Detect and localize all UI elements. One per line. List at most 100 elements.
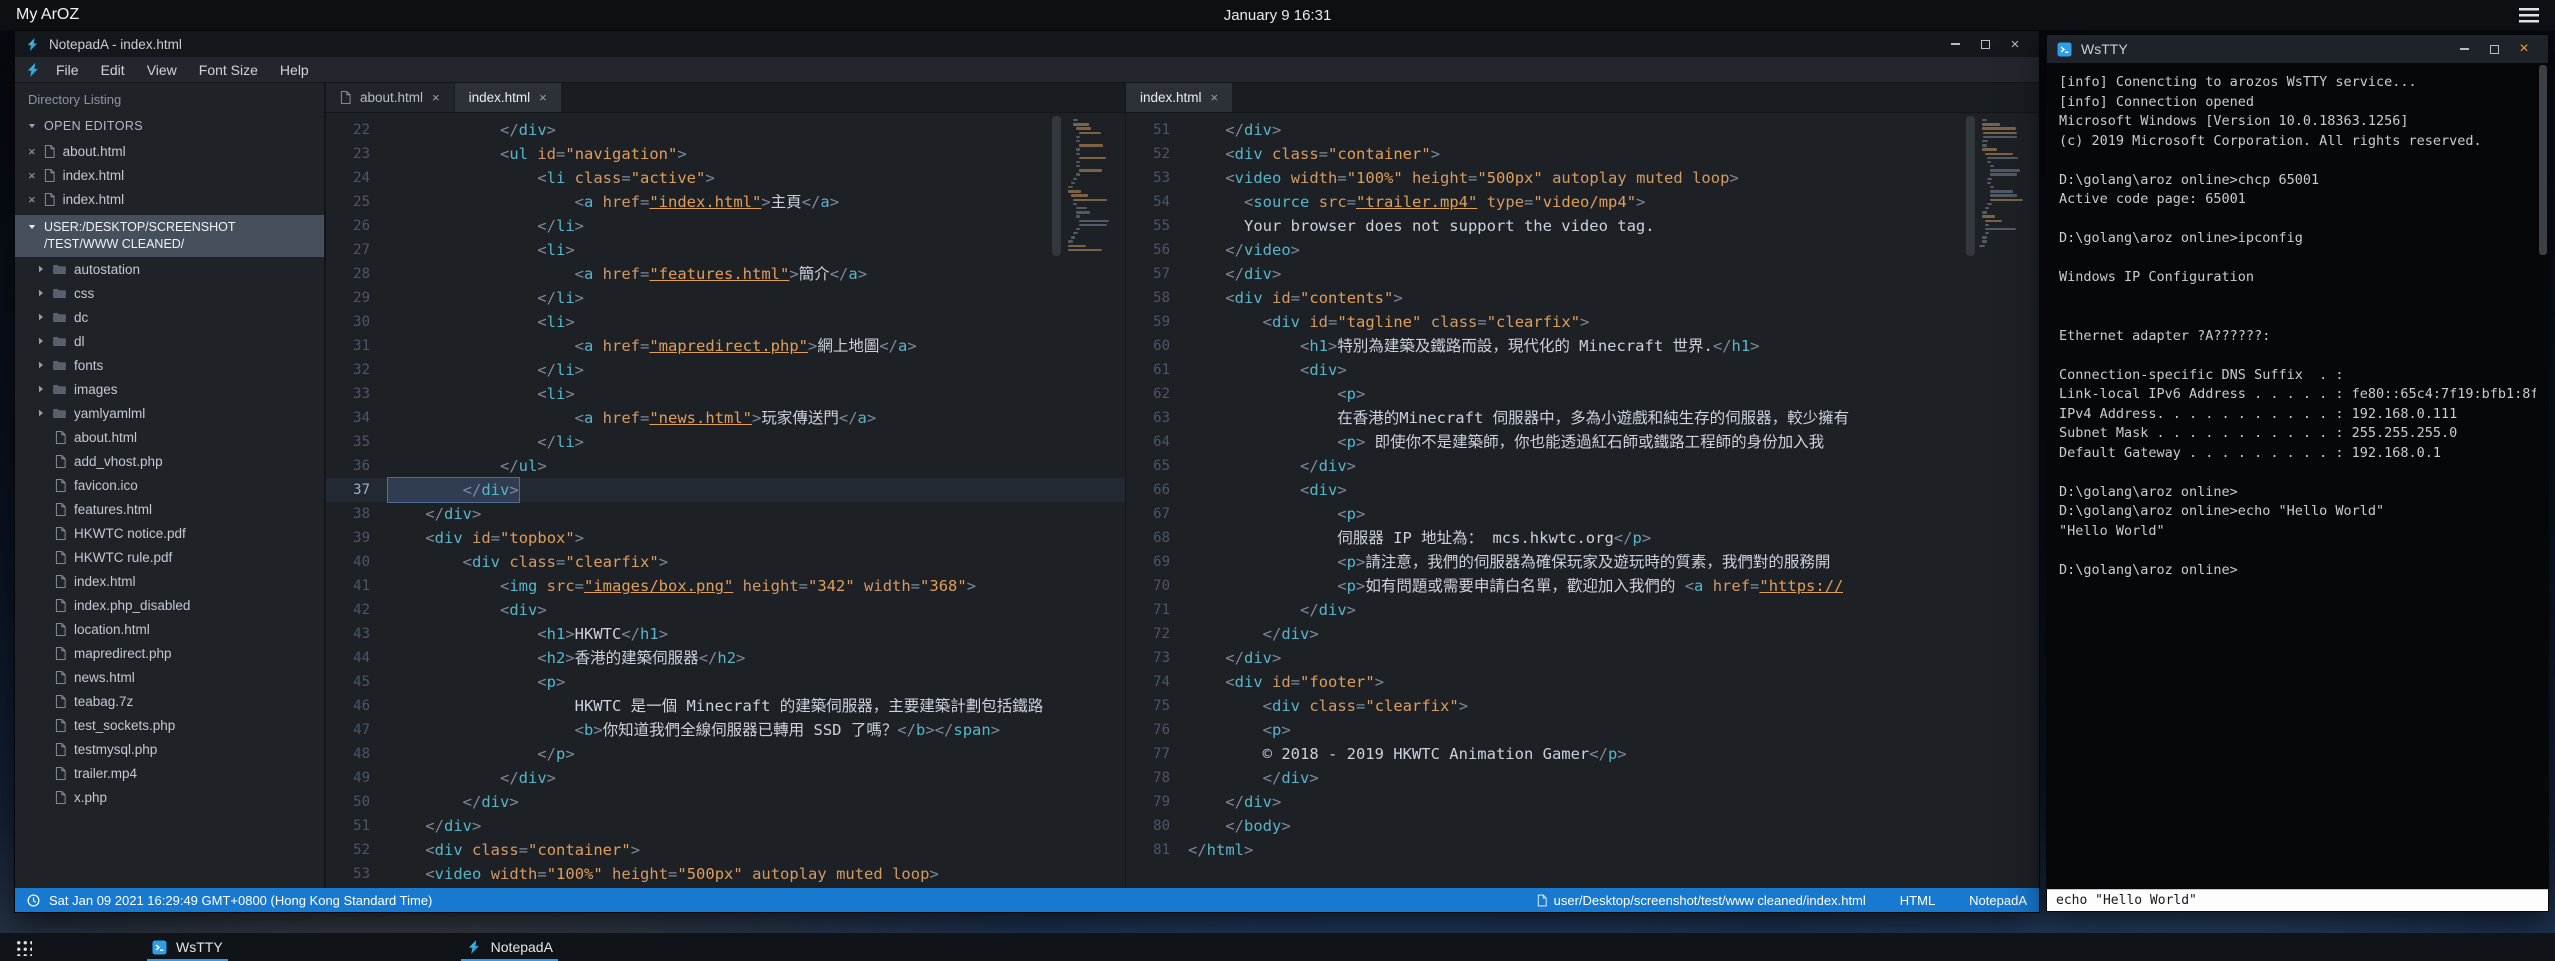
code-line[interactable]: 55 Your browser does not support the vid…	[1126, 214, 2039, 238]
tree-file[interactable]: HKWTC notice.pdf	[15, 521, 324, 545]
scrollbar[interactable]	[1966, 113, 1975, 888]
code-line[interactable]: 42 <div>	[326, 598, 1125, 622]
code-line[interactable]: 43 <h1>HKWTC</h1>	[326, 622, 1125, 646]
code-line[interactable]: 52 <div class="container">	[326, 838, 1125, 862]
tab-about.html[interactable]: about.html×	[326, 83, 454, 112]
code-line[interactable]: 25 <a href="index.html">主頁</a>	[326, 190, 1125, 214]
menu-file[interactable]: File	[45, 59, 90, 81]
code-line[interactable]: 35 </li>	[326, 430, 1125, 454]
terminal-input[interactable]: echo "Hello World"	[2047, 889, 2548, 911]
tree-folder[interactable]: fonts	[15, 353, 324, 377]
code-line[interactable]: 56 </video>	[1126, 238, 2039, 262]
system-brand[interactable]: My ArOZ	[16, 6, 79, 24]
tree-folder[interactable]: yamlyamlml	[15, 401, 324, 425]
minimap[interactable]	[1979, 119, 2033, 249]
hamburger-menu-icon[interactable]	[2519, 8, 2539, 23]
minimap[interactable]	[1065, 119, 1119, 253]
code-line[interactable]: 77 © 2018 - 2019 HKWTC Animation Gamer</…	[1126, 742, 2039, 766]
code-line[interactable]: 65 </div>	[1126, 454, 2039, 478]
code-line[interactable]: 44 <h2>香港的建築伺服器</h2>	[326, 646, 1125, 670]
code-line[interactable]: 22 </div>	[326, 118, 1125, 142]
code-line[interactable]: 49 </div>	[326, 766, 1125, 790]
code-line[interactable]: 59 <div id="tagline" class="clearfix">	[1126, 310, 2039, 334]
code-line[interactable]: 69 <p>請注意，我們的伺服器為確保玩家及遊玩時的質素，我們對的服務開	[1126, 550, 2039, 574]
notepada-titlebar[interactable]: NotepadA - index.html ×	[15, 31, 2039, 57]
code-line[interactable]: 76 <p>	[1126, 718, 2039, 742]
code-line[interactable]: 71 </div>	[1126, 598, 2039, 622]
close-icon[interactable]: ×	[432, 90, 440, 105]
code-line[interactable]: 68 伺服器 IP 地址為： mcs.hkwtc.org</p>	[1126, 526, 2039, 550]
code-line[interactable]: 34 <a href="news.html">玩家傳送門</a>	[326, 406, 1125, 430]
code-line[interactable]: 67 <p>	[1126, 502, 2039, 526]
code-line[interactable]: 54 <source src="trailer.mp4" type="video…	[1126, 190, 2039, 214]
code-line[interactable]: 36 </ul>	[326, 454, 1125, 478]
maximize-button[interactable]	[1971, 34, 1999, 54]
close-icon[interactable]: ×	[28, 193, 36, 206]
minimize-button[interactable]	[2450, 39, 2478, 59]
code-line[interactable]: 64 <p> 即使你不是建築師，你也能透過紅石師或鐵路工程師的身份加入我	[1126, 430, 2039, 454]
tree-file[interactable]: location.html	[15, 617, 324, 641]
code-line[interactable]: 73 </div>	[1126, 646, 2039, 670]
code-line[interactable]: 52 <div class="container">	[1126, 142, 2039, 166]
code-line[interactable]: 38 </div>	[326, 502, 1125, 526]
code-line[interactable]: 47 <b>你知道我們全線伺服器已轉用 SSD 了嗎？</b></span>	[326, 718, 1125, 742]
tree-file[interactable]: favicon.ico	[15, 473, 324, 497]
close-icon[interactable]: ×	[1211, 90, 1219, 105]
open-editor-item[interactable]: ×index.html	[15, 163, 324, 187]
tree-folder[interactable]: autostation	[15, 257, 324, 281]
tree-file[interactable]: trailer.mp4	[15, 761, 324, 785]
taskbar-item-wstty[interactable]: WsTTY	[138, 933, 237, 961]
scrollbar[interactable]	[1052, 113, 1061, 888]
tree-folder[interactable]: dc	[15, 305, 324, 329]
tree-folder[interactable]: dl	[15, 329, 324, 353]
code-line[interactable]: 57 </div>	[1126, 262, 2039, 286]
minimize-button[interactable]	[1941, 34, 1969, 54]
code-line[interactable]: 61 <div>	[1126, 358, 2039, 382]
code-line[interactable]: 51 </div>	[1126, 118, 2039, 142]
code-line[interactable]: 37 </div>	[326, 478, 1125, 502]
tree-file[interactable]: index.php_disabled	[15, 593, 324, 617]
tab-index.html[interactable]: index.html×	[1126, 83, 1232, 112]
menu-help[interactable]: Help	[269, 59, 320, 81]
tree-folder[interactable]: css	[15, 281, 324, 305]
menu-edit[interactable]: Edit	[90, 59, 136, 81]
code-editor-right[interactable]: 51 </div>52 <div class="container">53 <v…	[1126, 113, 2039, 888]
tree-folder[interactable]: images	[15, 377, 324, 401]
terminal-output[interactable]: [info] Conencting to arozos WsTTY servic…	[2047, 63, 2548, 889]
maximize-button[interactable]	[2480, 39, 2508, 59]
code-line[interactable]: 72 </div>	[1126, 622, 2039, 646]
code-line[interactable]: 32 </li>	[326, 358, 1125, 382]
tree-file[interactable]: mapredirect.php	[15, 641, 324, 665]
code-line[interactable]: 23 <ul id="navigation">	[326, 142, 1125, 166]
code-line[interactable]: 81</html>	[1126, 838, 2039, 862]
open-editor-item[interactable]: ×index.html	[15, 187, 324, 211]
code-line[interactable]: 27 <li>	[326, 238, 1125, 262]
code-line[interactable]: 80 </body>	[1126, 814, 2039, 838]
tree-file[interactable]: HKWTC rule.pdf	[15, 545, 324, 569]
code-line[interactable]: 46 HKWTC 是一個 Minecraft 的建築伺服器，主要建築計劃包括鐵路	[326, 694, 1125, 718]
code-editor-left[interactable]: 22 </div>23 <ul id="navigation">24 <li c…	[326, 113, 1125, 888]
code-line[interactable]: 33 <li>	[326, 382, 1125, 406]
close-button[interactable]: ×	[2510, 39, 2538, 59]
menu-view[interactable]: View	[136, 59, 188, 81]
code-line[interactable]: 79 </div>	[1126, 790, 2039, 814]
code-line[interactable]: 26 </li>	[326, 214, 1125, 238]
wstty-titlebar[interactable]: WsTTY ×	[2047, 35, 2548, 63]
code-line[interactable]: 45 <p>	[326, 670, 1125, 694]
code-line[interactable]: 41 <img src="images/box.png" height="342…	[326, 574, 1125, 598]
code-line[interactable]: 48 </p>	[326, 742, 1125, 766]
code-line[interactable]: 30 <li>	[326, 310, 1125, 334]
code-line[interactable]: 60 <h1>特別為建築及鐵路而設，現代化的 Minecraft 世界.</h1…	[1126, 334, 2039, 358]
status-filepath[interactable]: user/Desktop/screenshot/test/www cleaned…	[1554, 893, 1866, 908]
close-icon[interactable]: ×	[28, 169, 36, 182]
menu-font-size[interactable]: Font Size	[188, 59, 269, 81]
code-line[interactable]: 66 <div>	[1126, 478, 2039, 502]
tree-file[interactable]: index.html	[15, 569, 324, 593]
code-line[interactable]: 28 <a href="features.html">簡介</a>	[326, 262, 1125, 286]
code-line[interactable]: 74 <div id="footer">	[1126, 670, 2039, 694]
tree-file[interactable]: about.html	[15, 425, 324, 449]
status-language-mode[interactable]: HTML	[1900, 893, 1935, 908]
tree-file[interactable]: teabag.7z	[15, 689, 324, 713]
code-line[interactable]: 70 <p>如有問題或需要申請白名單，歡迎加入我們的 <a href="http…	[1126, 574, 2039, 598]
tree-file[interactable]: x.php	[15, 785, 324, 809]
